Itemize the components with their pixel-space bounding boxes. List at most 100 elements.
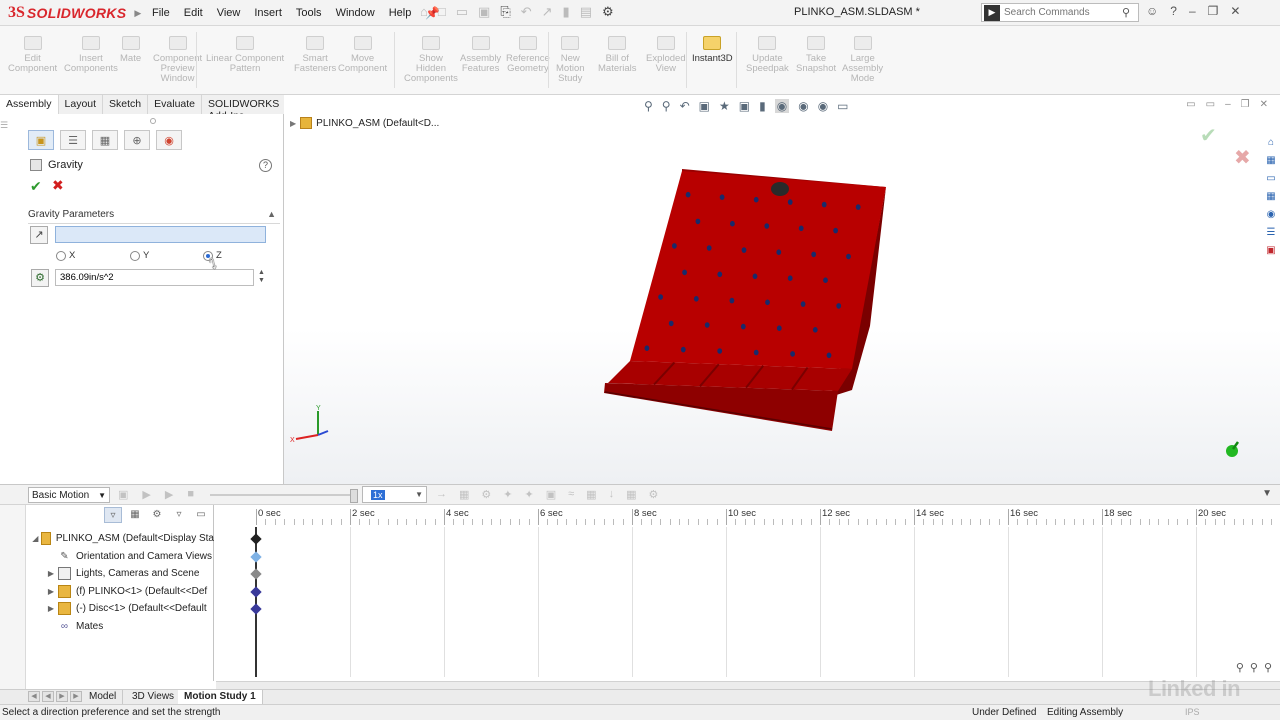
display-style-icon[interactable]: ▮	[759, 99, 766, 113]
viewport-split-icon[interactable]: ▭	[1186, 99, 1195, 110]
zoom-fit-icon[interactable]: ⚲	[1264, 661, 1272, 674]
ribbon-button-bill-of-materials[interactable]: Bill of Materials	[598, 36, 637, 74]
motion-study-properties-icon[interactable]: ⚙	[648, 488, 658, 501]
restore-icon[interactable]: ❐	[1208, 4, 1219, 18]
tree-row[interactable]: ◢ PLINKO_ASM (Default<Display Sta	[30, 530, 214, 547]
tab-evaluate[interactable]: Evaluate	[148, 95, 203, 114]
timeline-key[interactable]	[250, 550, 262, 563]
close-icon[interactable]: ✕	[1230, 4, 1240, 18]
confirmation-check-icon[interactable]: ✔	[1200, 123, 1217, 148]
expand-arrow-icon[interactable]: ▶	[44, 604, 58, 613]
timeline-scrollbar[interactable]	[216, 681, 1280, 689]
options-gear-icon[interactable]: ⚙	[602, 4, 614, 20]
appearances-icon[interactable]: ◉	[1264, 209, 1278, 224]
timeline-key[interactable]	[250, 568, 262, 580]
minimize-icon[interactable]: –	[1189, 4, 1196, 18]
menu-insert[interactable]: Insert	[247, 7, 289, 19]
view-palette-icon[interactable]: ▦	[1264, 191, 1278, 206]
radio-x-dot[interactable]	[56, 250, 66, 261]
radio-y[interactable]: Y	[130, 250, 149, 261]
tab-prev-icon[interactable]: ◀	[42, 691, 54, 702]
contact-icon[interactable]: ▦	[586, 488, 596, 501]
motion-timeline[interactable]: 0 sec 2 sec 4 sec 6 sec 8 sec 10 sec 12 sec 14 …	[216, 505, 1280, 681]
home-icon[interactable]: ⌂	[420, 4, 428, 20]
plinko-board-model[interactable]	[600, 161, 900, 437]
time-bar[interactable]	[255, 527, 257, 677]
viewport-close-icon[interactable]: ✕	[1260, 99, 1268, 110]
radio-y-dot[interactable]	[130, 250, 140, 261]
section-view-icon[interactable]: ▣	[699, 99, 710, 113]
solidworks-forum-icon[interactable]: ▣	[1264, 245, 1278, 260]
undo-icon[interactable]: ↶	[521, 4, 532, 20]
cancel-x-icon[interactable]: ✖	[52, 177, 64, 194]
playback-speed-dropdown[interactable]: 1x ▼	[362, 486, 427, 503]
ribbon-button-assembly-features[interactable]: Assembly Features	[460, 36, 501, 74]
confirmation-x-icon[interactable]: ✖	[1234, 145, 1251, 170]
expand-chevron-icon[interactable]: ▶	[290, 119, 296, 128]
timeline-key[interactable]	[250, 603, 262, 616]
design-library-icon[interactable]: ▦	[1264, 155, 1278, 170]
stop-icon[interactable]: ■	[187, 488, 194, 501]
save-animation-icon[interactable]: ▦	[459, 488, 469, 501]
panel-splitter-handle[interactable]	[150, 118, 156, 124]
help-icon[interactable]: ?	[259, 158, 272, 172]
filter-driving-icon[interactable]: ▦	[126, 507, 144, 523]
gravity-strength-field[interactable]	[55, 269, 254, 286]
gravity-tool-icon[interactable]: ↓	[609, 488, 615, 501]
radio-x[interactable]: X	[56, 250, 75, 261]
ribbon-button-insert-components[interactable]: Insert Components	[64, 36, 118, 74]
motor-icon[interactable]: ▣	[546, 488, 556, 501]
expand-arrow-icon[interactable]: ▶	[44, 569, 58, 578]
ribbon-button-large-assembly-mode[interactable]: Large Assembly Mode	[842, 36, 883, 84]
hide-show-items-icon[interactable]: ◉	[774, 99, 790, 113]
add-key-icon[interactable]: ✦	[525, 488, 534, 501]
rebuild-icon[interactable]: ▮	[563, 4, 570, 20]
viewport-tile-icon[interactable]: ▭	[1206, 99, 1215, 110]
solidworks-logo[interactable]: 3S SOLIDWORKS ▶	[8, 2, 141, 24]
file-explorer-icon[interactable]: ▭	[1264, 173, 1278, 188]
view-settings-icon[interactable]: ▭	[837, 99, 848, 113]
solidworks-resources-icon[interactable]: ⌂	[1264, 137, 1278, 152]
menu-tools[interactable]: Tools	[289, 7, 329, 19]
tab-motion-study-1[interactable]: Motion Study 1	[178, 690, 263, 705]
tab-layout[interactable]: Layout	[59, 95, 104, 114]
playback-slider[interactable]	[210, 489, 358, 503]
filter-results-icon[interactable]: ▿	[170, 507, 188, 523]
ribbon-button-update-speedpak[interactable]: Update Speedpak	[746, 36, 789, 74]
menu-edit[interactable]: Edit	[177, 7, 210, 19]
tab-next-icon[interactable]: ▶	[56, 691, 68, 702]
zoom-to-area-icon[interactable]: ⚲	[662, 99, 671, 113]
tab-model[interactable]: Model	[83, 690, 124, 705]
ribbon-button-component-preview-window[interactable]: Component Preview Window	[153, 36, 202, 84]
view-orientation-icon[interactable]: ▣	[739, 99, 750, 113]
ribbon-button-exploded-view[interactable]: Exploded View	[646, 36, 686, 74]
ribbon-button-new-motion-study[interactable]: New Motion Study	[556, 36, 585, 84]
ribbon-button-edit-component[interactable]: Edit Component	[8, 36, 57, 74]
playback-mode-icon[interactable]: →	[436, 488, 447, 501]
apply-scene-icon[interactable]: ◉	[818, 99, 828, 113]
dynamic-annotation-icon[interactable]: ★	[719, 99, 730, 113]
tab-sketch[interactable]: Sketch	[103, 95, 149, 114]
feature-manager-icon[interactable]: ▣	[28, 130, 54, 150]
ribbon-button-take-snapshot[interactable]: Take Snapshot	[796, 36, 836, 74]
collapse-motion-manager-icon[interactable]: ▼	[1262, 488, 1272, 499]
collapse-chevron-icon[interactable]: ▲	[267, 209, 276, 219]
tree-row[interactable]: ▶ Lights, Cameras and Scene	[30, 565, 214, 582]
ribbon-button-move-component[interactable]: Move Component	[338, 36, 387, 74]
zoom-in-icon[interactable]: ⚲	[1236, 661, 1244, 674]
configuration-manager-icon[interactable]: ▦	[92, 130, 118, 150]
tree-row[interactable]: ✎ Orientation and Camera Views	[30, 548, 214, 565]
study-type-dropdown[interactable]: Basic Motion ▼	[28, 487, 110, 503]
search-input[interactable]	[1004, 7, 1122, 18]
timeline-ruler[interactable]: 0 sec 2 sec 4 sec 6 sec 8 sec 10 sec 12 sec 14 …	[216, 505, 1280, 527]
spring-icon[interactable]: ≈	[568, 488, 574, 501]
tab-solidworks-addins[interactable]: SOLIDWORKS Add-Ins	[202, 95, 290, 122]
timeline-key[interactable]	[250, 586, 262, 598]
strength-spinner[interactable]: ▲ ▼	[258, 269, 265, 285]
logo-chevron-icon[interactable]: ▶	[134, 8, 141, 19]
viewport-restore-icon[interactable]: ❐	[1241, 99, 1250, 110]
menu-view[interactable]: View	[210, 7, 248, 19]
zoom-out-icon[interactable]: ⚲	[1250, 661, 1258, 674]
viewport-minimize-icon[interactable]: –	[1225, 99, 1231, 110]
dimxpert-icon[interactable]: ⊕	[124, 130, 150, 150]
